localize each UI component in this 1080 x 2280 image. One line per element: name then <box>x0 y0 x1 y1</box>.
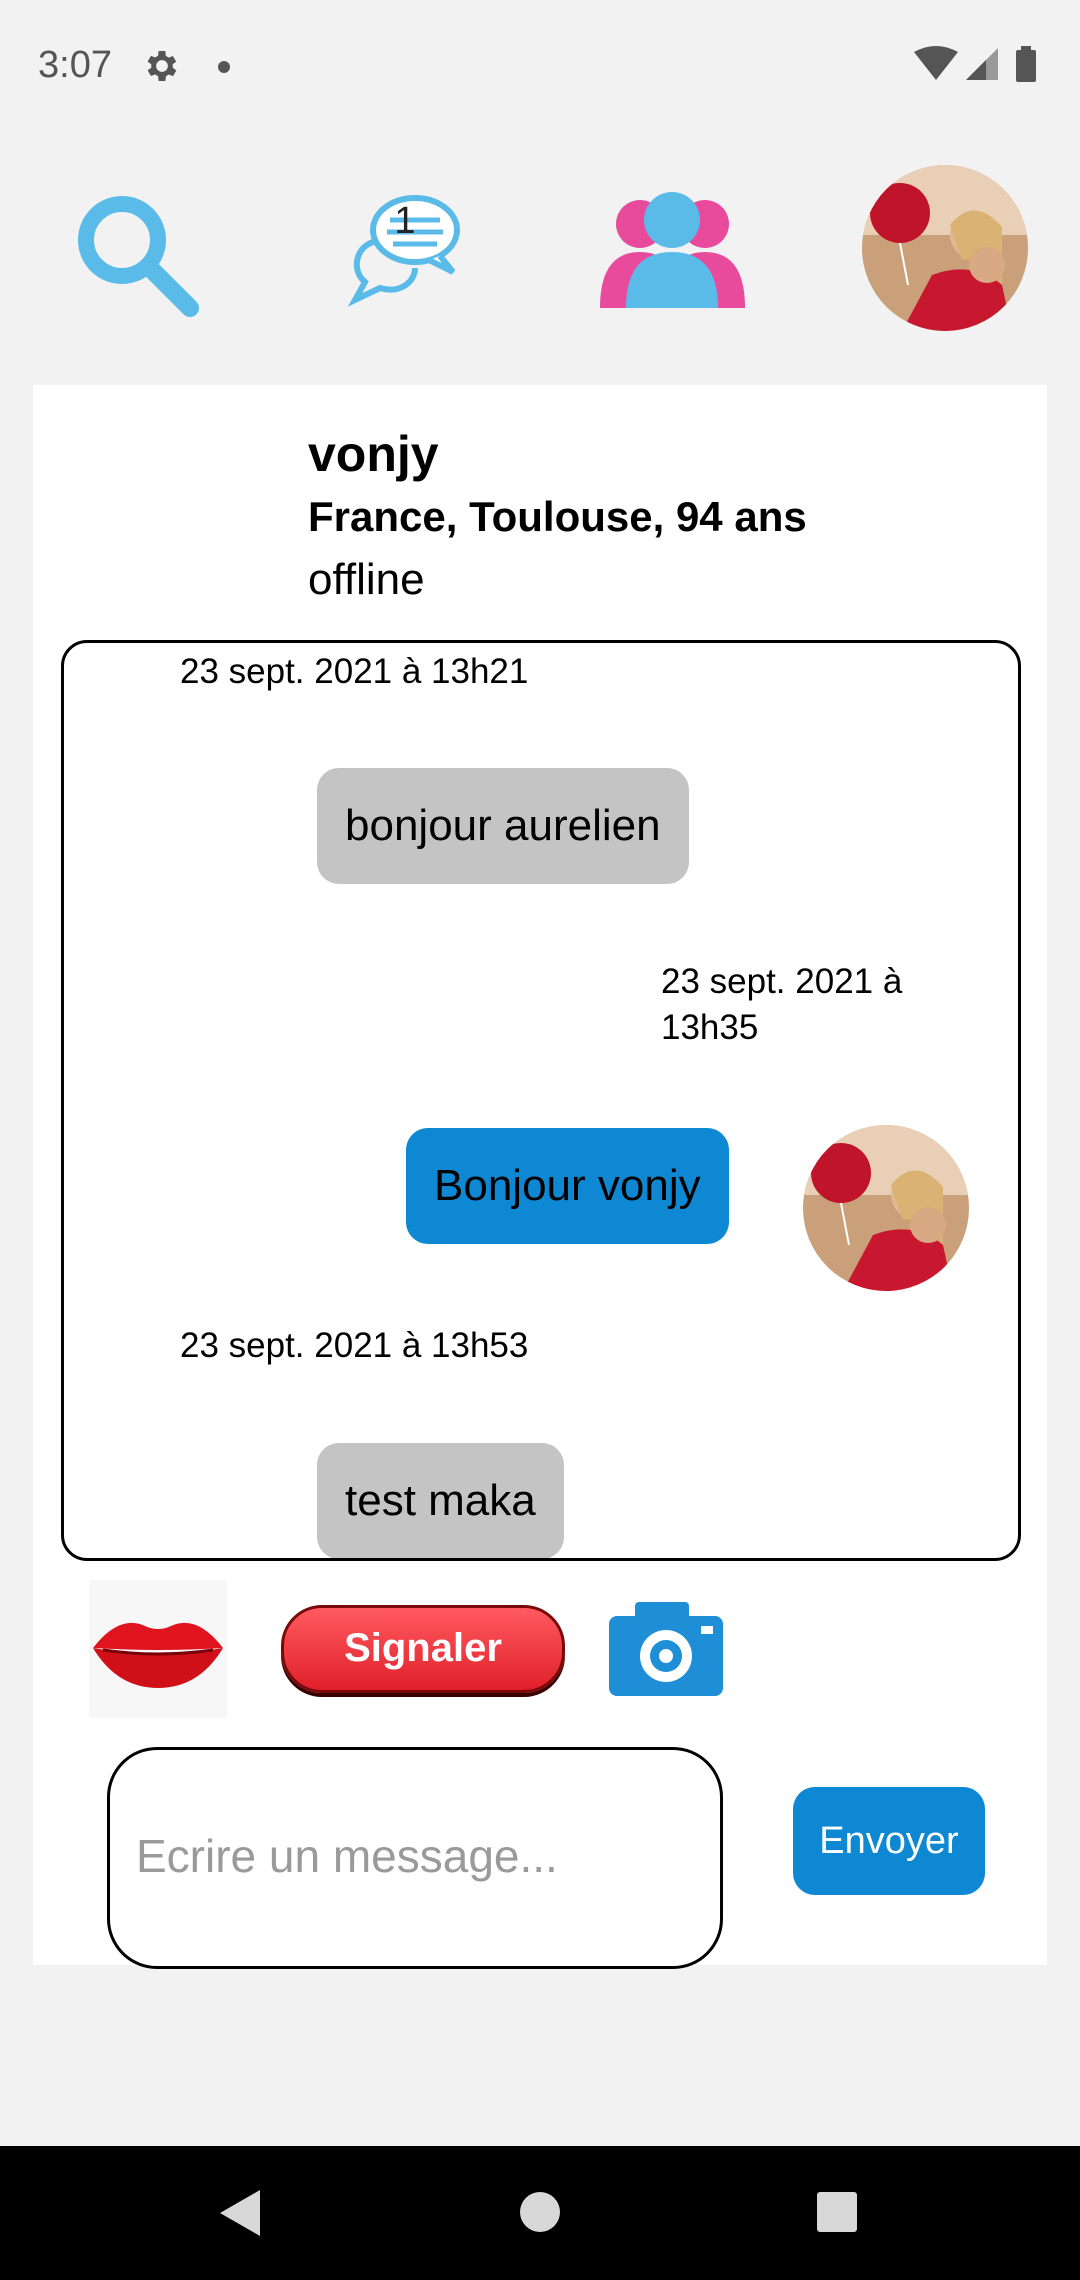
sender-avatar <box>803 1125 969 1291</box>
message-timestamp: 23 sept. 2021 à 13h35 <box>661 962 903 1047</box>
users-icon[interactable] <box>600 190 745 310</box>
search-icon[interactable] <box>72 190 202 320</box>
conversation-card: vonjy France, Toulouse, 94 ans offline 2… <box>33 385 1047 1969</box>
system-status-icons <box>914 46 1036 82</box>
lips-icon <box>93 1622 223 1688</box>
status-time: 3:07 <box>38 44 112 86</box>
incoming-message-bubble: test maka <box>317 1443 564 1558</box>
contact-status: offline <box>308 555 425 604</box>
notification-dot-icon <box>218 61 230 73</box>
home-icon[interactable] <box>518 2190 562 2234</box>
message-timestamp: 23 sept. 2021 à 13h21 <box>180 652 529 691</box>
back-icon[interactable] <box>216 2188 262 2238</box>
send-kiss-button[interactable] <box>89 1580 227 1718</box>
incoming-message-bubble: bonjour aurelien <box>317 768 689 884</box>
wifi-icon <box>914 46 958 80</box>
status-bar: 3:07 <box>0 0 1080 130</box>
profile-avatar[interactable] <box>862 165 1028 331</box>
messages-button[interactable]: 1 <box>345 190 465 310</box>
message-input[interactable] <box>134 1810 698 1902</box>
settings-icon <box>147 51 177 81</box>
battery-icon <box>1016 50 1036 82</box>
message-input-container[interactable] <box>107 1747 723 1969</box>
contact-name: vonjy <box>308 426 439 482</box>
send-button[interactable]: Envoyer <box>793 1787 985 1895</box>
avatar-photo <box>862 165 1028 331</box>
report-button[interactable]: Signaler <box>281 1605 565 1693</box>
contact-location: France, Toulouse, 94 ans <box>308 493 807 540</box>
camera-icon[interactable] <box>609 1600 723 1696</box>
messages-list[interactable]: 23 sept. 2021 à 13h21 bonjour aurelien 2… <box>61 640 1021 1561</box>
action-bar: Signaler <box>33 1580 1047 1720</box>
system-navigation-bar <box>0 2146 1080 2280</box>
avatar-photo <box>803 1125 969 1291</box>
recents-icon[interactable] <box>817 2192 857 2232</box>
message-timestamp: 23 sept. 2021 à 13h53 <box>180 1326 529 1365</box>
messages-count-badge: 1 <box>394 200 416 242</box>
outgoing-message-bubble: Bonjour vonjy <box>406 1128 729 1244</box>
top-navigation: 1 <box>0 130 1080 358</box>
